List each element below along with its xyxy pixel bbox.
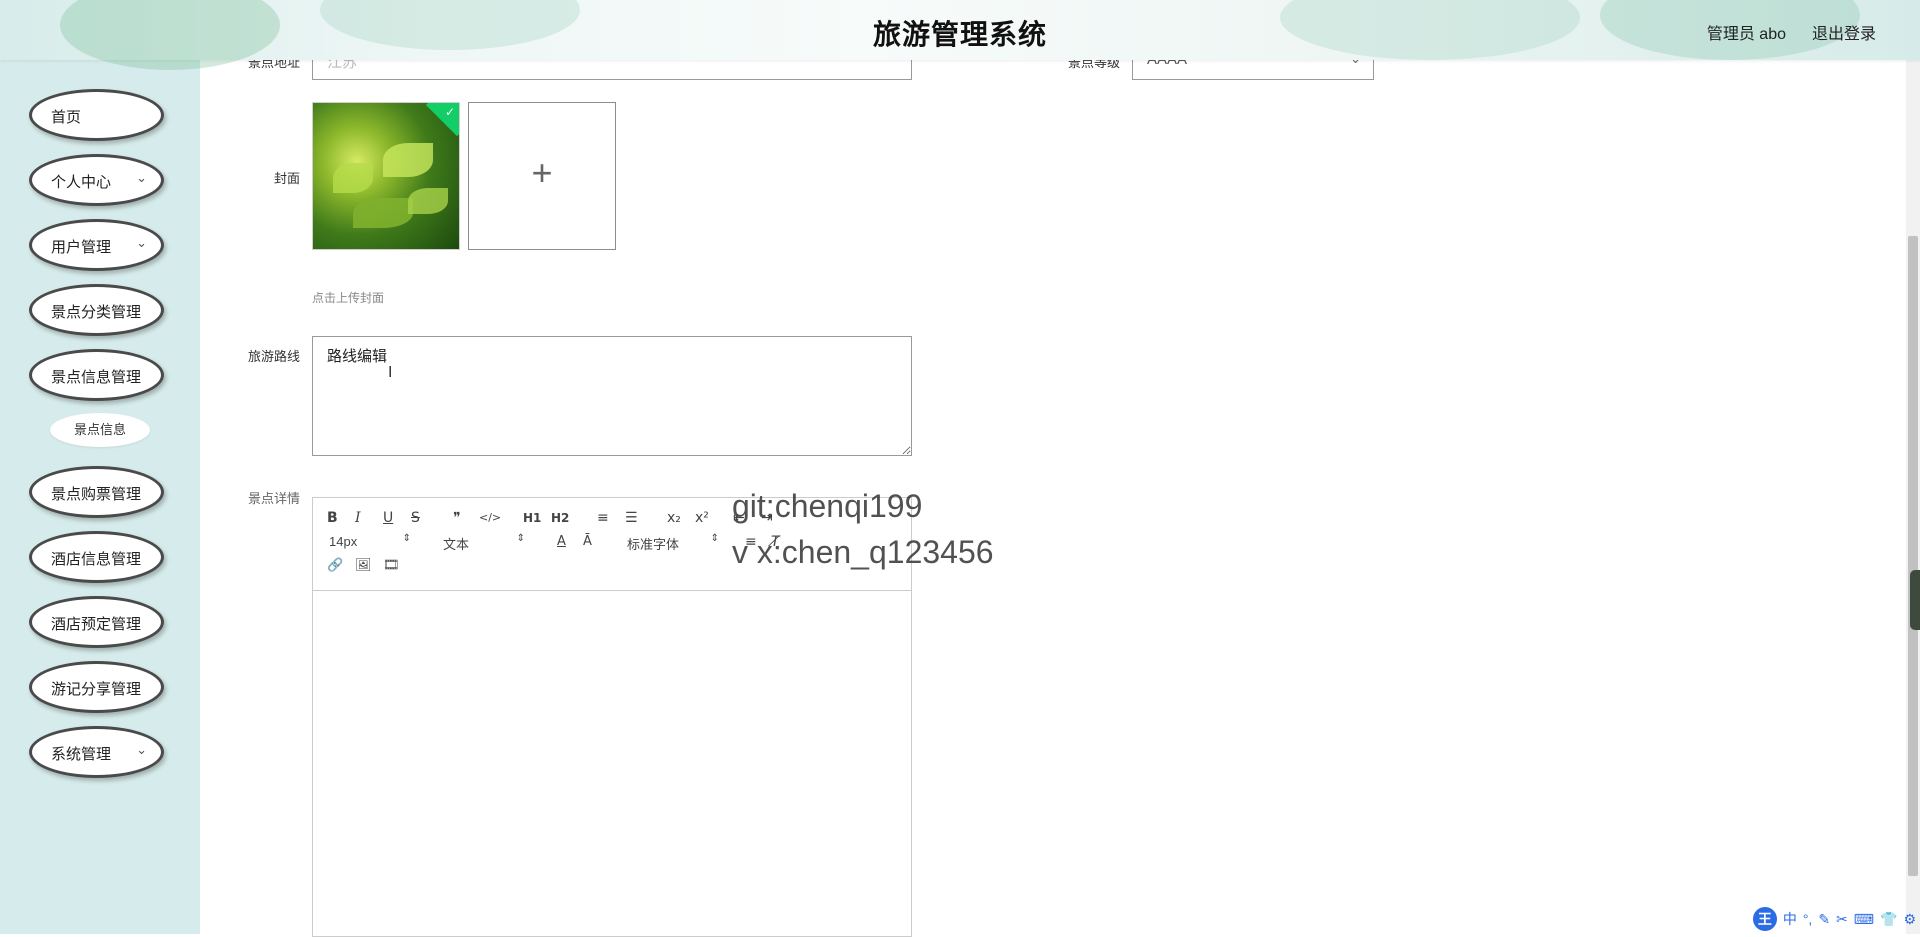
cover-label: 封面 [273, 171, 300, 186]
route-label: 旅游路线 [247, 349, 300, 364]
logout-link[interactable]: 退出登录 [1812, 20, 1876, 44]
plus-icon: + [531, 152, 553, 193]
scrollbar-thumb[interactable] [1908, 236, 1918, 876]
editor-content-area[interactable] [313, 591, 911, 936]
current-user: 管理员 abo [1706, 26, 1786, 43]
sidebar-subitem-scenic-info[interactable]: 景点信息 [50, 413, 150, 447]
sidebar-item-label: 游记分享管理 [51, 681, 142, 698]
text-type-select[interactable]: 文本 ⇕ [443, 533, 525, 553]
sidebar-item-label: 酒店预定管理 [51, 616, 142, 633]
updown-icon: ⇕ [516, 533, 525, 544]
superscript-icon[interactable]: x² [695, 509, 709, 527]
sidebar-item-scenic-category[interactable]: 景点分类管理 [29, 284, 164, 336]
h2-icon[interactable]: H2 [551, 509, 569, 527]
chevron-down-icon: ⌄ [136, 742, 147, 757]
strike-icon[interactable]: S [411, 509, 420, 527]
ime-punct-icon[interactable]: °, [1803, 911, 1813, 927]
updown-icon: ⇕ [710, 533, 719, 544]
sidebar-item-label: 个人中心 [51, 174, 112, 191]
sidebar-item-home[interactable]: 首页 [29, 89, 164, 141]
updown-icon: ⇕ [402, 533, 411, 544]
chevron-down-icon: ⌄ [136, 170, 147, 185]
ime-skin-icon[interactable]: 👕 [1880, 911, 1897, 928]
chevron-down-icon: ⌄ [136, 235, 147, 250]
watermark-line-2: v x:chen_q123456 [732, 534, 994, 570]
sidebar-item-profile[interactable]: 个人中心 ⌄ [29, 154, 164, 206]
sidebar-item-label: 景点分类管理 [51, 304, 142, 321]
ordered-list-icon[interactable]: ≡ [597, 509, 609, 527]
code-icon[interactable]: </> [479, 509, 501, 527]
text-cursor-icon: I [388, 364, 393, 381]
check-icon: ✓ [444, 105, 455, 119]
underline-icon[interactable]: U [383, 509, 393, 527]
leaf-shape [408, 188, 448, 214]
bullet-list-icon[interactable]: ☰ [625, 509, 638, 527]
font-family-select[interactable]: 标准字体 ⇕ [627, 533, 719, 553]
top-header: 旅游管理系统 管理员 abo 退出登录 [0, 0, 1920, 70]
quote-icon[interactable]: ❞ [453, 509, 461, 527]
main-content: 景点地址 江苏 景点等级 AAAA ⌄ 封面 ✓ + 点击上传封面 旅游路线 I… [200, 40, 1920, 937]
image-icon[interactable]: 🖼 [355, 557, 372, 575]
sidebar-item-label: 景点购票管理 [51, 486, 142, 503]
sidebar-item-travelogue[interactable]: 游记分享管理 [29, 661, 164, 713]
sidebar: 首页 个人中心 ⌄ 用户管理 ⌄ 景点分类管理 景点信息管理 景点信息 景点购票… [0, 60, 200, 934]
h1-icon[interactable]: H1 [523, 509, 541, 527]
detail-label: 景点详情 [247, 491, 300, 506]
sidebar-item-system[interactable]: 系统管理 ⌄ [29, 726, 164, 778]
sidebar-item-users[interactable]: 用户管理 ⌄ [29, 219, 164, 271]
sidebar-item-label: 用户管理 [51, 239, 112, 256]
ime-pen-icon[interactable]: ✎ [1818, 911, 1830, 928]
ime-logo-icon[interactable]: 王 [1752, 907, 1777, 931]
bold-icon[interactable]: B [327, 509, 338, 527]
subscript-icon[interactable]: x₂ [667, 509, 681, 527]
upload-cover-button[interactable]: + [468, 102, 616, 250]
upload-tip: 点击上传封面 [312, 291, 385, 305]
leaf-shape [333, 163, 373, 193]
font-color-icon[interactable]: A [557, 533, 566, 551]
font-size-value: 14px [329, 534, 358, 549]
sidebar-item-label: 酒店信息管理 [51, 551, 142, 568]
background-color-icon[interactable]: Ā [583, 533, 592, 551]
sidebar-item-label: 景点信息管理 [51, 369, 142, 386]
page-scrollbar[interactable] [1906, 60, 1920, 934]
video-icon[interactable]: 🎞 [383, 557, 400, 575]
font-family-value: 标准字体 [627, 537, 680, 552]
ime-lang-icon[interactable]: 中 [1783, 909, 1797, 929]
sidebar-item-label: 系统管理 [51, 746, 112, 763]
app-title: 旅游管理系统 [872, 19, 1047, 50]
font-size-select[interactable]: 14px ⇕ [329, 533, 411, 549]
sidebar-item-label: 首页 [51, 109, 82, 126]
sidebar-item-scenic-info[interactable]: 景点信息管理 [29, 349, 164, 401]
watermark-line-1: git:chenqi199 [732, 488, 923, 524]
leaf-shape [353, 198, 413, 228]
ime-settings-icon[interactable]: ⚙ [1903, 911, 1916, 928]
sidebar-item-hotel-booking[interactable]: 酒店预定管理 [29, 596, 164, 648]
cover-image[interactable]: ✓ [312, 102, 460, 250]
link-icon[interactable]: 🔗 [327, 557, 343, 575]
italic-icon[interactable]: I [355, 509, 361, 527]
sidebar-item-hotel-info[interactable]: 酒店信息管理 [29, 531, 164, 583]
leaf-shape [383, 143, 433, 177]
side-handle[interactable] [1910, 570, 1920, 630]
ime-toolbar: 王 中 °, ✎ ✂ ⌨ 👕 ⚙ [1752, 906, 1916, 932]
ime-scissors-icon[interactable]: ✂ [1836, 911, 1848, 928]
ime-keyboard-icon[interactable]: ⌨ [1854, 911, 1874, 928]
text-type-value: 文本 [443, 537, 470, 552]
sidebar-item-tickets[interactable]: 景点购票管理 [29, 466, 164, 518]
route-textarea[interactable] [312, 336, 912, 456]
